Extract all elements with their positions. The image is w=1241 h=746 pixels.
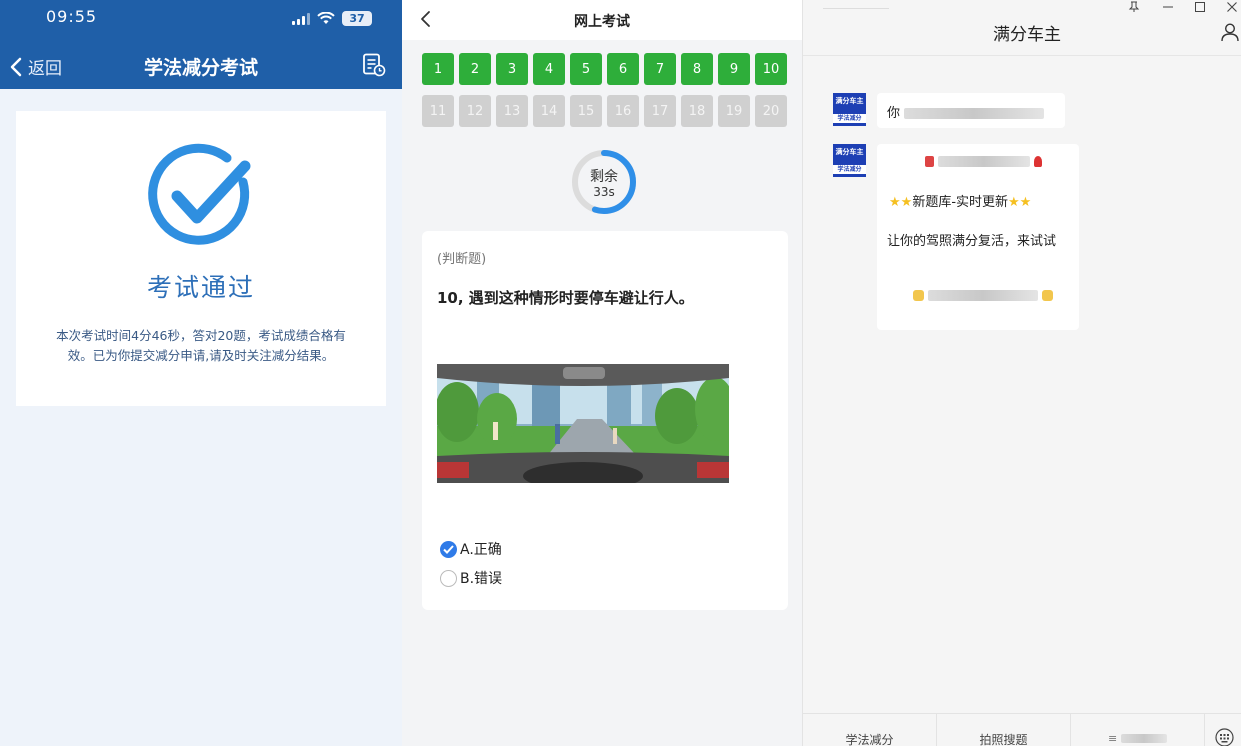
header-divider xyxy=(823,8,889,9)
rose-icon xyxy=(1034,156,1043,167)
question-number-button[interactable]: 7 xyxy=(644,53,676,85)
status-icons: 37 xyxy=(292,11,372,26)
option-a-label: A.正确 xyxy=(460,542,502,558)
phone-header: 09:55 37 返回 学法减分考试 xyxy=(0,0,402,89)
question-number-button[interactable]: 6 xyxy=(607,53,639,85)
question-number-button[interactable]: 20 xyxy=(755,95,787,127)
timer-value: 33s xyxy=(593,185,615,199)
phone-panel: 09:55 37 返回 学法减分考试 考试通过 本次考试时间4分46秒，答对20… xyxy=(0,0,402,746)
gift-icon xyxy=(925,156,934,167)
signal-icon xyxy=(292,12,310,25)
wifi-icon xyxy=(317,12,335,24)
person-icon[interactable] xyxy=(1220,22,1240,42)
chat-panel: 满分车主 满分车主 学法减分 你 满分车主 学法减分 ★★新题库-实时更新★★ … xyxy=(802,0,1241,746)
chat-footer: 学法减分 拍照搜题 ≡ xyxy=(803,713,1241,746)
question-number-button[interactable]: 1 xyxy=(422,53,454,85)
menu-icon: ≡ xyxy=(1107,732,1118,745)
question-number-button[interactable]: 15 xyxy=(570,95,602,127)
document-icon[interactable] xyxy=(362,53,386,81)
option-a[interactable]: A.正确 xyxy=(440,539,502,559)
question-card: (判断题) 10, 遇到这种情形时要停车避让行人。 A.正确 B.错误 xyxy=(422,231,788,610)
avatar-name: 满分车主 xyxy=(835,97,864,105)
question-number-button[interactable]: 8 xyxy=(681,53,713,85)
question-number-button[interactable]: 18 xyxy=(681,95,713,127)
question-number-button[interactable]: 10 xyxy=(755,53,787,85)
question-text: 10, 遇到这种情形时要停车避让行人。 xyxy=(437,289,694,307)
countdown-timer: 剩余 33s xyxy=(570,148,638,216)
battery-icon: 37 xyxy=(342,11,372,26)
exam-topbar: 网上考试 xyxy=(402,0,802,40)
check-circle-icon xyxy=(148,143,251,245)
footer-tab-photo-search[interactable]: 拍照搜题 xyxy=(937,714,1071,746)
blurred-text xyxy=(928,290,1039,301)
pin-icon[interactable] xyxy=(1128,1,1140,13)
avatar-subtitle: 学法减分 xyxy=(833,165,866,174)
question-number-button[interactable]: 12 xyxy=(459,95,491,127)
avatar-name: 满分车主 xyxy=(835,148,864,156)
blurred-line-4 xyxy=(913,288,1054,303)
maximize-icon[interactable] xyxy=(1194,1,1206,13)
hand-icon xyxy=(1042,290,1054,301)
avatar[interactable]: 满分车主 学法减分 xyxy=(833,144,866,177)
chat-header: 满分车主 xyxy=(803,0,1241,56)
question-type: (判断题) xyxy=(437,252,487,267)
blurred-text xyxy=(904,108,1045,119)
question-number-button[interactable]: 19 xyxy=(718,95,750,127)
result-title: 考试通过 xyxy=(146,273,255,302)
blurred-line-1 xyxy=(925,154,1043,169)
screen: 09:55 37 返回 学法减分考试 考试通过 本次考试时间4分46秒，答对20… xyxy=(0,0,1241,746)
exam-title: 网上考试 xyxy=(574,14,630,30)
timer-label: 剩余 xyxy=(590,169,618,185)
result-detail: 本次考试时间4分46秒，答对20题，考试成绩合格有效。已为你提交减分申请,请及时… xyxy=(56,328,346,363)
chat-title: 满分车主 xyxy=(993,25,1061,45)
question-number-button[interactable]: 9 xyxy=(718,53,750,85)
message-text: 新题库-实时更新 xyxy=(912,195,1009,210)
message-bubble: 你 xyxy=(877,93,1065,128)
avatar-subtitle: 学法减分 xyxy=(833,114,866,123)
question-number-button[interactable]: 13 xyxy=(496,95,528,127)
close-icon[interactable] xyxy=(1226,1,1238,13)
exam-panel: 网上考试 1 2 3 4 5 6 7 8 9 10 11 12 13 14 15 16 17 18 19 20 剩余 … xyxy=(402,0,802,746)
question-number-button[interactable]: 14 xyxy=(533,95,565,127)
question-number-button[interactable]: 3 xyxy=(496,53,528,85)
star-icon: ★★ xyxy=(1008,195,1032,210)
minimize-icon[interactable] xyxy=(1162,1,1174,13)
question-number-button[interactable]: 5 xyxy=(570,53,602,85)
question-number-button[interactable]: 16 xyxy=(607,95,639,127)
footer-tab-label: 拍照搜题 xyxy=(979,733,1028,746)
footer-tab-more[interactable]: ≡ xyxy=(1071,714,1205,746)
footer-tab-law[interactable]: 学法减分 xyxy=(803,714,937,746)
status-time: 09:55 xyxy=(46,7,98,26)
option-b[interactable]: B.错误 xyxy=(440,568,502,588)
keyboard-icon[interactable] xyxy=(1215,728,1234,746)
question-number-button[interactable]: 4 xyxy=(533,53,565,85)
message-text: 你 xyxy=(887,106,901,121)
radio-checked-icon xyxy=(440,540,457,558)
message-bubble: ★★新题库-实时更新★★ 让你的驾照满分复活，来试试 xyxy=(877,144,1079,330)
radio-unchecked-icon xyxy=(440,569,457,587)
page-title: 学法减分考试 xyxy=(143,57,258,79)
question-grid: 1 2 3 4 5 6 7 8 9 10 11 12 13 14 15 16 17 18 19 20 xyxy=(422,53,787,127)
option-b-label: B.错误 xyxy=(460,571,503,587)
hand-icon xyxy=(913,290,924,301)
question-number-button[interactable]: 2 xyxy=(459,53,491,85)
footer-tab-label: 学法减分 xyxy=(845,733,894,746)
blurred-text xyxy=(938,156,1031,167)
blurred-text xyxy=(1121,734,1168,743)
avatar[interactable]: 满分车主 学法减分 xyxy=(833,93,866,126)
star-icon: ★★ xyxy=(889,195,913,210)
message-line-2: ★★新题库-实时更新★★ xyxy=(889,191,1031,210)
question-number-button[interactable]: 11 xyxy=(422,95,454,127)
result-card: 考试通过 本次考试时间4分46秒，答对20题，考试成绩合格有效。已为你提交减分申… xyxy=(16,111,386,406)
question-image xyxy=(437,364,729,483)
question-number-button[interactable]: 17 xyxy=(644,95,676,127)
message-text: 让你的驾照满分复活，来试试 xyxy=(887,234,1057,249)
